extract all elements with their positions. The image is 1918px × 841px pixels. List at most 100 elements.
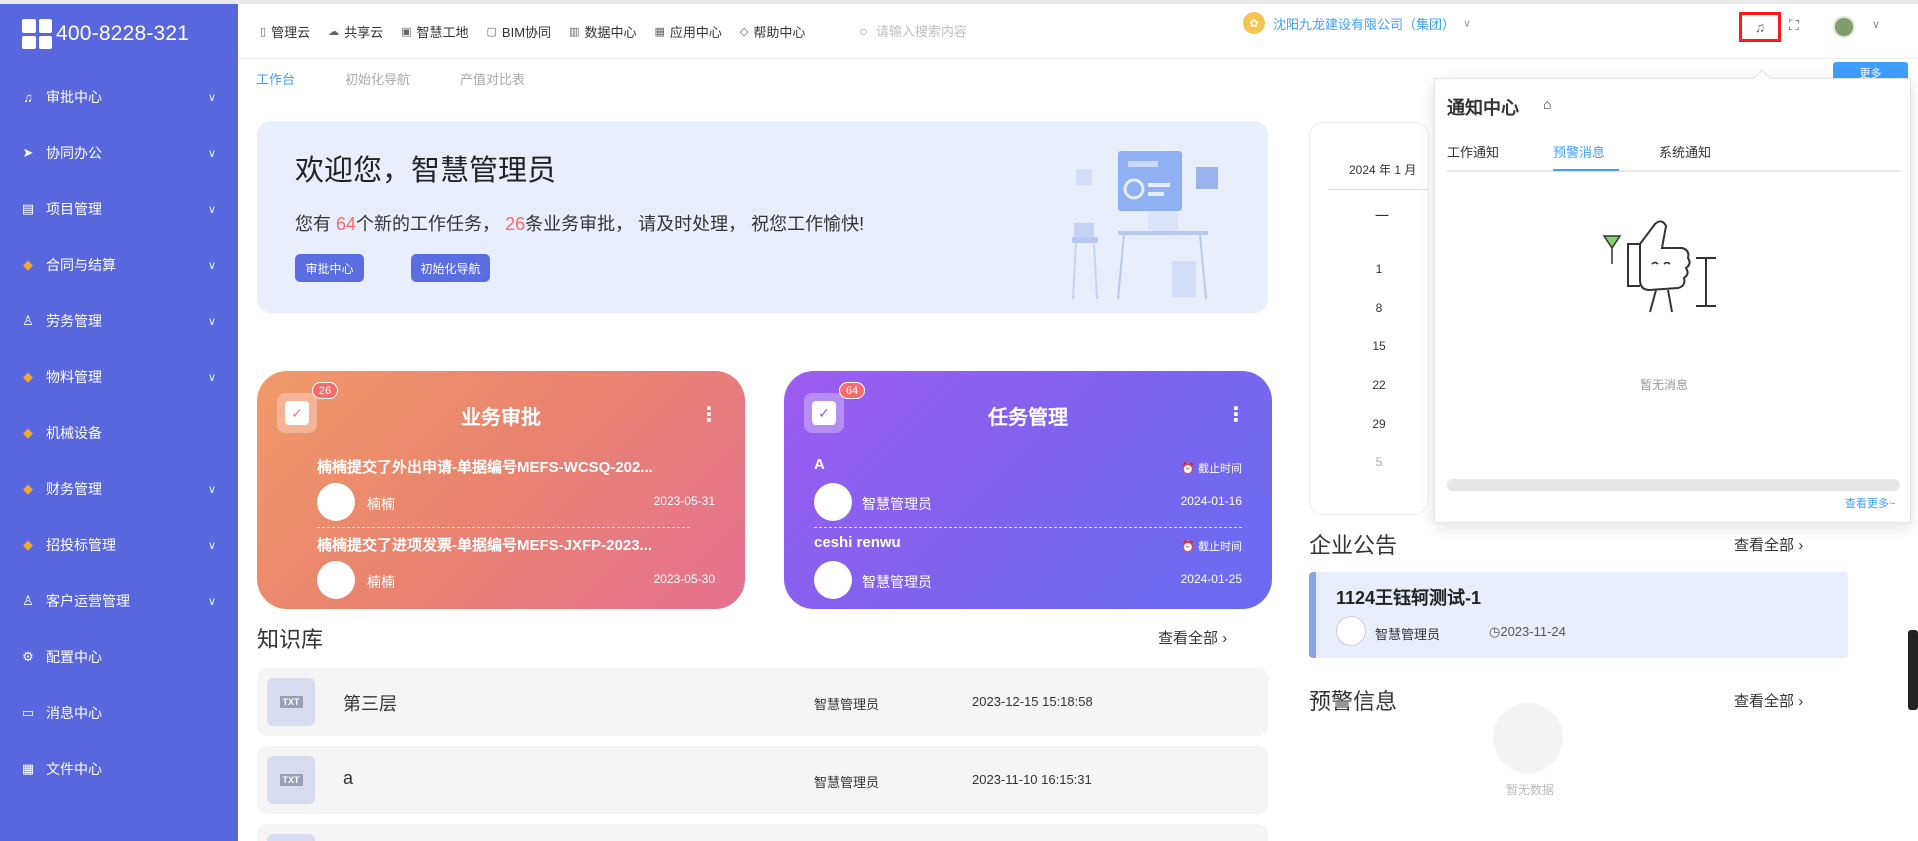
fullscreen-icon[interactable]: ⛶: [1789, 17, 1799, 34]
top-nav-link[interactable]: ▯ 管理云: [260, 22, 310, 41]
cloud-icon: ☁: [328, 25, 340, 38]
clock-icon: ◷: [1489, 624, 1501, 639]
bell-icon: ♫: [1754, 19, 1766, 35]
sidebar-item-label: 合同与结算: [46, 257, 116, 273]
chevron-down-icon: ∨: [208, 91, 217, 104]
warnings-view-all-link[interactable]: 查看全部 ›: [1734, 690, 1803, 711]
chevron-down-icon[interactable]: ∨: [1872, 18, 1880, 31]
approval-item[interactable]: 楠楠提交了外出申请-单据编号MEFS-WCSQ-202... 楠楠 2023-0…: [287, 456, 715, 532]
page-tab[interactable]: 产值对比表: [460, 69, 525, 88]
calendar-month[interactable]: 2024 年 1 月: [1349, 161, 1416, 178]
deadline-label: ⏰ 截止时间: [1181, 463, 1242, 475]
grid-icon: ▦: [654, 25, 665, 38]
chevron-right-icon: ›: [1222, 630, 1228, 647]
top-nav-link[interactable]: ☁ 共享云: [328, 22, 383, 41]
task-item[interactable]: A ⏰ 截止时间 智慧管理员 2024-01-16: [814, 456, 1242, 532]
chevron-down-icon: ∨: [208, 483, 217, 496]
trash-icon[interactable]: ⌂: [1543, 96, 1551, 112]
calendar-day[interactable]: 29: [1368, 417, 1390, 431]
tab-warning-message[interactable]: 预警消息: [1553, 142, 1605, 161]
approval-item[interactable]: 楠楠提交了进项发票-单据编号MEFS-JXFP-2023... 楠楠 2023-…: [287, 534, 715, 610]
sidebar-item-label: 机械设备: [46, 425, 102, 441]
welcome-title: 欢迎您，智慧管理员: [295, 155, 557, 187]
sidebar-item[interactable]: ♙ 劳务管理 ∨: [0, 293, 238, 349]
business-approval-card[interactable]: ✓ 26 业务审批 ⋮ 楠楠提交了外出申请-单据编号MEFS-WCSQ-202.…: [257, 371, 745, 609]
knowledge-row[interactable]: TXT a 智慧管理员 2023-11-10 16:15:31: [257, 746, 1268, 814]
page-tab[interactable]: 初始化导航: [345, 69, 410, 88]
task-item[interactable]: ceshi renwu ⏰ 截止时间 智慧管理员 2024-01-25: [814, 534, 1242, 610]
search-input[interactable]: [875, 23, 1106, 39]
top-nav-link[interactable]: ▣ 智慧工地: [401, 22, 468, 41]
sidebar-item[interactable]: ♙ 客户运营管理 ∨: [0, 573, 238, 629]
sidebar-item[interactable]: ▦ 文件中心: [0, 741, 238, 797]
diamond-icon: ◆: [23, 481, 33, 496]
top-nav-links: ▯ 管理云 ☁ 共享云 ▣ 智慧工地 ▢ BIM协同 ▥ 数据中心 ▦ 应用中心 ◇ 帮助中心: [238, 22, 823, 41]
search-box[interactable]: ○: [859, 16, 1139, 46]
top-nav-link-label: 管理云: [271, 24, 311, 40]
sidebar-item[interactable]: ◆ 合同与结算 ∨: [0, 237, 238, 293]
diamond-icon: ◆: [23, 425, 33, 440]
side-scroll-handle[interactable]: [1908, 630, 1918, 710]
more-vertical-icon[interactable]: ⋮: [1226, 405, 1246, 425]
diamond-icon: ◆: [23, 537, 33, 552]
sidebar-item[interactable]: ◆ 招投标管理 ∨: [0, 517, 238, 573]
sidebar-item[interactable]: ⚙ 配置中心: [0, 629, 238, 685]
announcements-title: 企业公告: [1309, 533, 1398, 558]
sidebar-item[interactable]: ◆ 物料管理 ∨: [0, 349, 238, 405]
notification-bell-button[interactable]: ♫: [1739, 12, 1781, 42]
user-avatar[interactable]: [1833, 16, 1855, 38]
chevron-down-icon: ∨: [208, 371, 217, 384]
sidebar-item-label: 招投标管理: [46, 537, 116, 553]
approval-count: 26: [505, 214, 526, 234]
sidebar-item[interactable]: ▭ 消息中心: [0, 685, 238, 741]
sidebar-item[interactable]: ▤ 项目管理 ∨: [0, 181, 238, 237]
txt-file-icon: TXT: [267, 678, 315, 726]
notification-scrollbar[interactable]: [1447, 479, 1900, 491]
sidebar-item-label: 项目管理: [46, 201, 102, 217]
calendar-day[interactable]: 8: [1368, 301, 1390, 315]
top-nav-link[interactable]: ▢ BIM协同: [487, 22, 552, 41]
top-nav-link[interactable]: ◇ 帮助中心: [740, 22, 805, 41]
knowledge-row[interactable]: [257, 824, 1268, 841]
page-tab[interactable]: 工作台: [256, 69, 295, 88]
calendar-day[interactable]: 22: [1368, 378, 1390, 392]
announcements-view-all-link[interactable]: 查看全部 ›: [1734, 534, 1803, 555]
sidebar-item[interactable]: ◆ 财务管理 ∨: [0, 461, 238, 517]
init-nav-button[interactable]: 初始化导航: [411, 254, 490, 282]
sidebar-item-label: 配置中心: [46, 649, 102, 665]
more-vertical-icon[interactable]: ⋮: [699, 405, 719, 425]
company-selector[interactable]: ✿ 沈阳九龙建设有限公司（集团） ∨: [1243, 12, 1471, 34]
chevron-down-icon: ∨: [208, 147, 217, 160]
tab-system-notice[interactable]: 系统通知: [1659, 142, 1711, 161]
message-icon: ▭: [21, 705, 35, 720]
top-nav-link[interactable]: ▦ 应用中心: [654, 22, 721, 41]
calendar-widget: 2024 年 1 月 一 1 8 15 22 29 5: [1309, 122, 1429, 515]
top-nav-link[interactable]: ▥ 数据中心: [569, 22, 636, 41]
sidebar: 400-8228-321 ♫ 审批中心 ∨ ➤ 协同办公 ∨ ▤ 项目管理 ∨ ◆ 合同与结算 ∨ ♙ 劳…: [0, 4, 238, 841]
view-more-link[interactable]: 查看更多~: [1845, 495, 1895, 511]
sidebar-item[interactable]: ◆ 机械设备: [0, 405, 238, 461]
empty-cards-icon: [1493, 703, 1563, 773]
chevron-down-icon: ∨: [208, 203, 217, 216]
knowledge-view-all-link[interactable]: 查看全部 ›: [1158, 627, 1227, 648]
welcome-banner: 欢迎您，智慧管理员 您有 64个新的工作任务， 26条业务审批， 请及时处理， …: [257, 121, 1268, 313]
chevron-right-icon: ›: [1798, 693, 1804, 710]
sidebar-item[interactable]: ➤ 协同办公 ∨: [0, 125, 238, 181]
knowledge-row[interactable]: TXT 第三层 智慧管理员 2023-12-15 15:18:58: [257, 668, 1268, 736]
sidebar-item-label: 客户运营管理: [46, 593, 130, 609]
logo[interactable]: 400-8228-321: [0, 4, 238, 64]
warnings-title: 预警信息: [1309, 689, 1398, 714]
bell-icon: ♫: [23, 89, 33, 105]
tab-work-notice[interactable]: 工作通知: [1447, 142, 1499, 161]
announcement-item[interactable]: 1124王钰轲测试-1 智慧管理员 ◷2023-11-24: [1309, 572, 1848, 658]
card-title: 业务审批: [461, 407, 541, 429]
approval-center-button[interactable]: 审批中心: [295, 254, 364, 282]
sidebar-item[interactable]: ♫ 审批中心 ∨: [0, 69, 238, 125]
top-nav-link-label: 数据中心: [584, 24, 637, 40]
calendar-day[interactable]: 1: [1368, 262, 1390, 276]
txt-file-icon: TXT: [267, 756, 315, 804]
task-management-card[interactable]: ✓ 64 任务管理 ⋮ A ⏰ 截止时间 智慧管理员 2024-01-16 ce…: [784, 371, 1272, 609]
chevron-down-icon: ∨: [208, 595, 217, 608]
calendar-day[interactable]: 5: [1368, 455, 1390, 469]
calendar-day[interactable]: 15: [1368, 339, 1390, 353]
